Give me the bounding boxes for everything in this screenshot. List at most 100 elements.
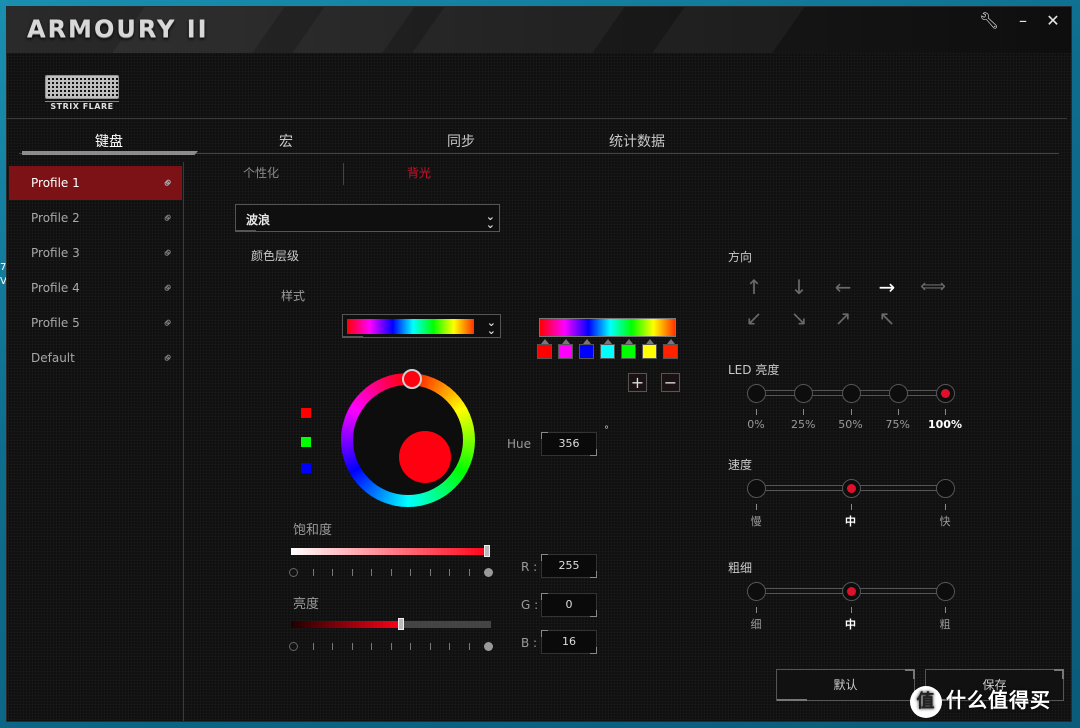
- degree-unit: °: [604, 425, 609, 436]
- subtab-personalize[interactable]: 个性化: [243, 164, 279, 181]
- led-brightness-option[interactable]: [747, 384, 766, 403]
- led-brightness-option[interactable]: [794, 384, 814, 403]
- led-brightness-option[interactable]: [936, 384, 955, 403]
- direction-left-icon[interactable]: ←: [829, 275, 857, 299]
- link-icon[interactable]: ⚭: [159, 171, 182, 194]
- profile-item[interactable]: Profile 1 ⚭: [9, 166, 182, 200]
- speed-option[interactable]: [747, 479, 766, 498]
- remove-color-button[interactable]: −: [661, 373, 680, 392]
- default-button[interactable]: 默认: [776, 669, 915, 701]
- app-logo: ARMOURY II: [27, 15, 209, 43]
- tick-mark: [371, 569, 372, 576]
- title-bar[interactable]: ARMOURY II 🔧︎ – ✕: [7, 7, 1071, 53]
- g-input[interactable]: 0: [541, 593, 597, 617]
- color-stop-swatch[interactable]: [621, 344, 636, 359]
- saturation-slider-thumb[interactable]: [484, 545, 490, 557]
- direction-left-right-icon[interactable]: ⟺: [919, 275, 947, 299]
- color-stop-swatch[interactable]: [600, 344, 615, 359]
- subtab-backlight[interactable]: 背光: [407, 164, 431, 181]
- direction-up-right-icon[interactable]: ↗: [829, 306, 857, 330]
- direction-down-left-icon[interactable]: ↙: [740, 306, 768, 330]
- speed-option-label: 快: [939, 515, 951, 528]
- link-icon[interactable]: ⚭: [159, 346, 182, 369]
- tab-keyboard[interactable]: 键盘: [95, 131, 123, 151]
- thickness-option-label: 细: [750, 618, 762, 631]
- watermark-text: 什么值得买: [946, 688, 1051, 712]
- profile-item[interactable]: Profile 3 ⚭: [9, 236, 182, 270]
- link-icon[interactable]: ⚭: [159, 276, 182, 299]
- hue-input[interactable]: 356: [541, 432, 597, 456]
- add-color-button[interactable]: +: [628, 373, 647, 392]
- b-label: B :: [521, 636, 538, 650]
- led-brightness-option-label: 75%: [885, 418, 910, 431]
- link-icon[interactable]: ⚭: [159, 241, 182, 264]
- color-stop-swatch[interactable]: [558, 344, 573, 359]
- speed-option[interactable]: [936, 479, 955, 498]
- saturation-slider[interactable]: [291, 548, 489, 555]
- link-icon[interactable]: ⚭: [159, 206, 182, 229]
- tick-mark: [371, 643, 372, 650]
- tick-mark: [410, 643, 411, 650]
- wrench-icon[interactable]: 🔧︎: [977, 11, 1001, 33]
- hue-label: Hue: [507, 437, 532, 451]
- tick-mark: [449, 569, 450, 576]
- color-stop-swatch[interactable]: [663, 344, 678, 359]
- thickness-option[interactable]: [936, 582, 955, 601]
- direction-down-right-icon[interactable]: ↘: [785, 306, 813, 330]
- gradient-editor-bar[interactable]: [539, 318, 676, 337]
- speed-option-label: 中: [845, 515, 856, 528]
- brightness-slider-thumb[interactable]: [398, 618, 404, 630]
- color-stop-swatch[interactable]: [537, 344, 552, 359]
- saturation-label: 饱和度: [293, 523, 333, 538]
- profile-label: Profile 5: [31, 316, 80, 330]
- tick-mark: [351, 643, 353, 650]
- subtab-divider: [343, 163, 344, 185]
- profile-item[interactable]: Profile 5 ⚭: [9, 306, 182, 340]
- minimize-icon[interactable]: –: [1011, 11, 1035, 33]
- armoury-window: ARMOURY II 🔧︎ – ✕ STRIX FLARE 键盘 宏 同步 统计…: [6, 6, 1072, 722]
- brightness-slider[interactable]: [291, 621, 491, 628]
- r-input[interactable]: 255: [541, 554, 597, 578]
- tick-mark: [803, 409, 805, 415]
- profile-label: Default: [31, 351, 75, 365]
- thickness-option[interactable]: [841, 582, 861, 601]
- hue-wheel-handle[interactable]: [402, 369, 422, 389]
- b-input[interactable]: 16: [541, 630, 597, 654]
- color-level-title: 颜色层级: [251, 249, 300, 263]
- tab-statistics[interactable]: 统计数据: [609, 131, 665, 151]
- speed-title: 速度: [728, 458, 753, 472]
- saturation-ticks: [289, 568, 493, 578]
- direction-down-icon[interactable]: ↓: [785, 275, 813, 299]
- tick-mark: [945, 409, 946, 415]
- profile-item[interactable]: Profile 4 ⚭: [9, 271, 182, 305]
- tick-mark: [756, 607, 757, 613]
- direction-right-icon[interactable]: →: [873, 275, 901, 299]
- main-tabs: 键盘 宏 同步 统计数据: [7, 127, 1057, 155]
- thickness-title: 粗细: [728, 561, 753, 575]
- color-stop-swatch[interactable]: [642, 344, 657, 359]
- close-icon[interactable]: ✕: [1041, 11, 1065, 33]
- tick-mark: [945, 504, 946, 510]
- chevron-down-icon: ⌄ ⌄: [485, 210, 495, 231]
- thickness-option[interactable]: [747, 582, 766, 601]
- max-marker: [484, 568, 493, 577]
- tick-mark: [312, 643, 314, 650]
- speed-option[interactable]: [841, 479, 861, 498]
- style-dropdown[interactable]: ⌄ ⌄: [342, 314, 501, 338]
- color-stop-swatch[interactable]: [579, 344, 594, 359]
- led-brightness-option[interactable]: [888, 384, 908, 403]
- profile-label: Profile 3: [31, 246, 80, 260]
- tick-mark: [897, 409, 899, 415]
- direction-up-icon[interactable]: ↑: [740, 275, 768, 299]
- profile-item[interactable]: Default ⚭: [9, 341, 182, 375]
- led-brightness-option[interactable]: [841, 384, 861, 403]
- led-brightness-option-label: 100%: [928, 418, 962, 431]
- effect-dropdown[interactable]: 波浪 ⌄ ⌄: [235, 204, 500, 232]
- link-icon[interactable]: ⚭: [159, 311, 182, 334]
- tab-macro[interactable]: 宏: [279, 131, 293, 151]
- profile-item[interactable]: Profile 2 ⚭: [9, 201, 182, 235]
- hue-wheel[interactable]: [341, 373, 475, 507]
- device-selector[interactable]: STRIX FLARE: [45, 75, 119, 113]
- direction-up-left-icon[interactable]: ↖: [873, 306, 901, 330]
- tab-sync[interactable]: 同步: [447, 131, 475, 151]
